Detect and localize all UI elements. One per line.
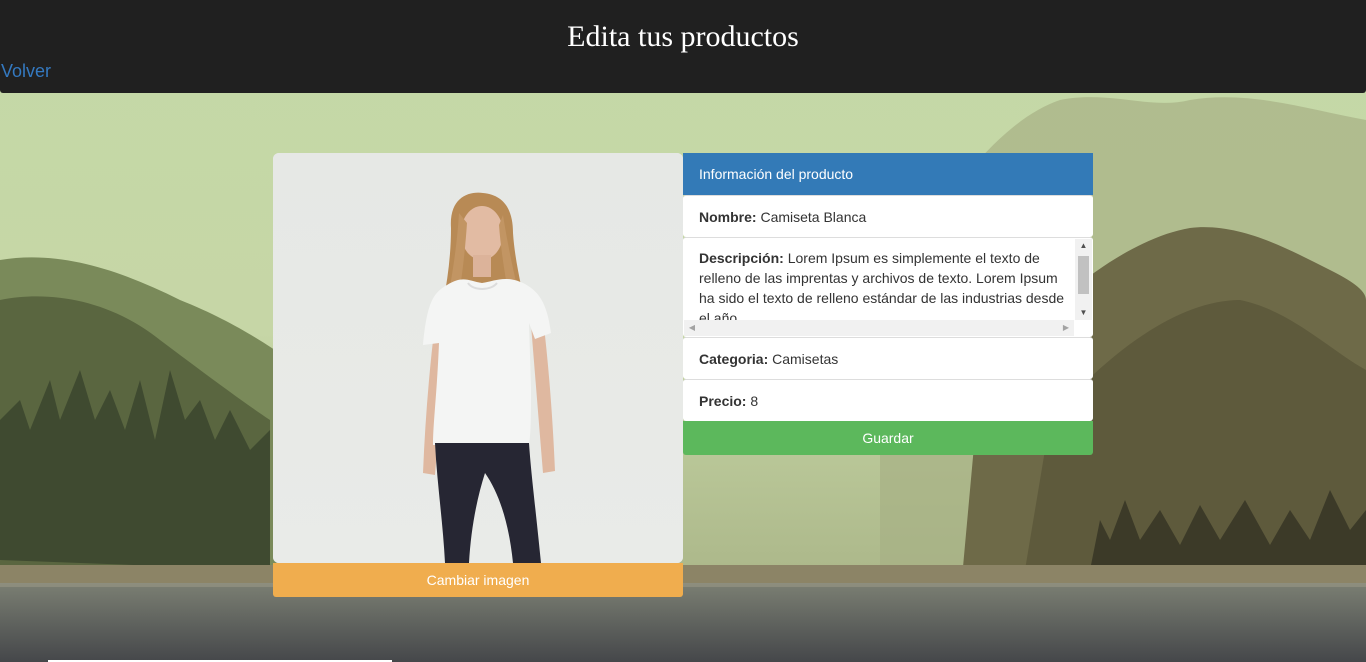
triangle-down-icon[interactable]: ▼	[1075, 306, 1092, 320]
price-field-row: Precio: 8	[683, 379, 1093, 421]
price-value[interactable]: 8	[750, 393, 758, 409]
category-label: Categoria:	[699, 351, 773, 367]
horizontal-scrollbar[interactable]: ◀ ▶	[684, 320, 1074, 336]
name-value[interactable]: Camiseta Blanca	[760, 209, 866, 225]
back-link[interactable]: Volver	[1, 61, 51, 82]
scrollbar-corner	[1075, 320, 1092, 336]
name-label: Nombre:	[699, 209, 761, 225]
category-field-row: Categoria: Camisetas	[683, 337, 1093, 379]
triangle-up-icon[interactable]: ▲	[1075, 239, 1092, 253]
name-field-row: Nombre: Camiseta Blanca	[683, 195, 1093, 237]
product-image	[273, 153, 683, 563]
triangle-right-icon[interactable]: ▶	[1058, 320, 1074, 336]
triangle-left-icon[interactable]: ◀	[684, 320, 700, 336]
page-title: Edita tus productos	[567, 20, 799, 53]
save-button[interactable]: Guardar	[683, 421, 1093, 455]
price-label: Precio:	[699, 393, 751, 409]
description-field-row: Descripción: Lorem Ipsum es simplemente …	[683, 237, 1093, 337]
category-value[interactable]: Camisetas	[772, 351, 838, 367]
product-info-panel: Información del producto Nombre: Camiset…	[683, 153, 1093, 421]
description-label: Descripción:	[699, 250, 788, 266]
panel-heading: Información del producto	[683, 153, 1093, 195]
change-image-button[interactable]: Cambiar imagen	[273, 563, 683, 597]
description-textarea[interactable]: Descripción: Lorem Ipsum es simplemente …	[699, 248, 1073, 320]
top-header: Edita tus productos Volver	[0, 0, 1366, 93]
scrollbar-thumb[interactable]	[1078, 256, 1089, 294]
vertical-scrollbar[interactable]: ▲ ▼	[1075, 239, 1092, 320]
